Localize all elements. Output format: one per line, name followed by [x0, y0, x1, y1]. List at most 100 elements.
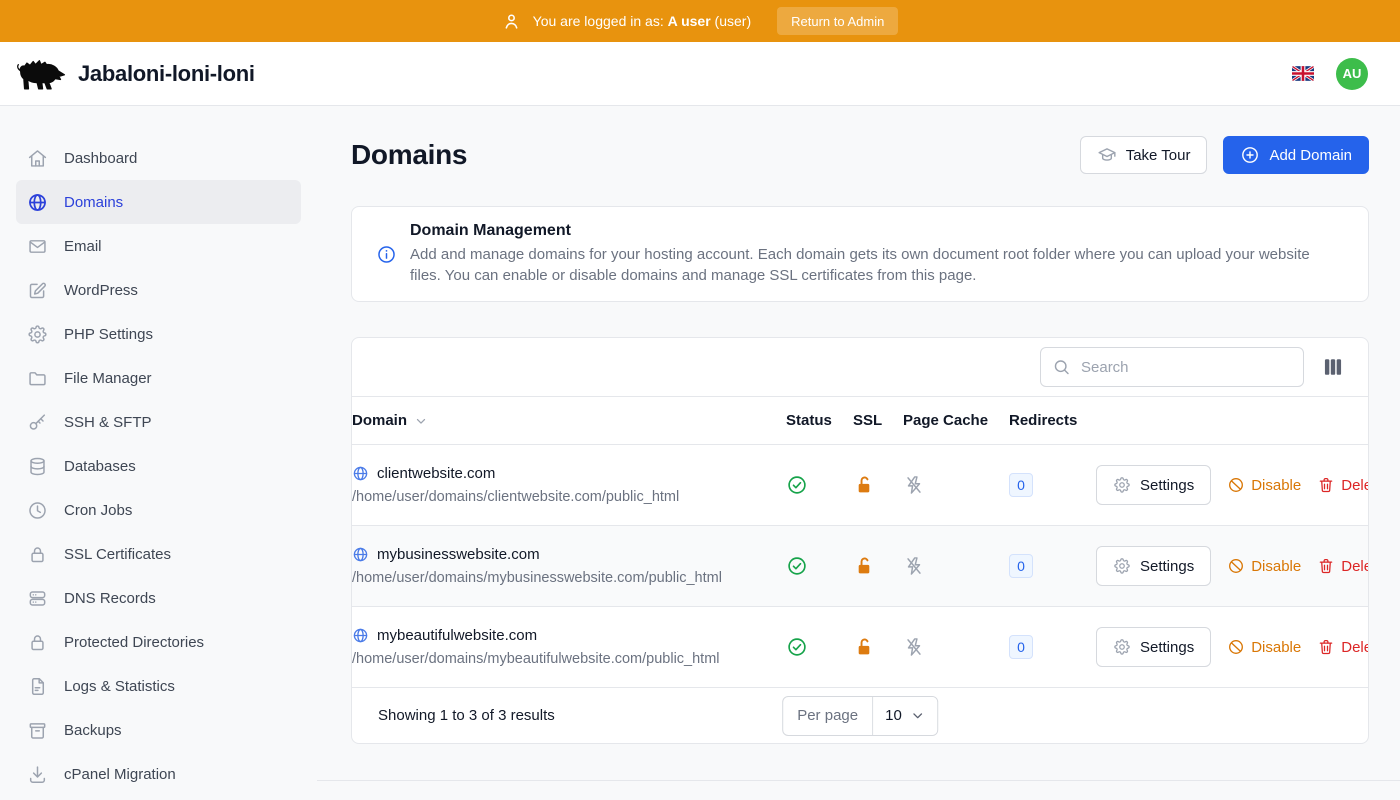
- redirects-count-badge[interactable]: 0: [1009, 554, 1033, 578]
- globe-icon: [26, 192, 48, 213]
- sidebar-item-wordpress[interactable]: WordPress: [16, 268, 301, 312]
- sidebar-item-dashboard[interactable]: Dashboard: [16, 136, 301, 180]
- sidebar-item-protected-directories[interactable]: Protected Directories: [16, 620, 301, 664]
- search-box: [1040, 347, 1304, 387]
- sidebar-item-label: Domains: [64, 194, 123, 211]
- sidebar-item-label: SSH & SFTP: [64, 414, 152, 431]
- person-icon: [502, 12, 521, 31]
- globe-icon: [352, 627, 369, 644]
- page-cache-disabled-icon[interactable]: [903, 636, 1009, 658]
- settings-button[interactable]: Settings: [1096, 546, 1211, 586]
- home-icon: [26, 148, 48, 169]
- plus-circle-icon: [1240, 145, 1260, 165]
- info-card-body: Add and manage domains for your hosting …: [410, 244, 1315, 286]
- per-page-control: Per page 10: [782, 696, 938, 736]
- columns-toggle-icon[interactable]: [1322, 356, 1344, 378]
- table-row: mybusinesswebsite.com /home/user/domains…: [352, 526, 1368, 607]
- domains-table-card: Domain Status SSL Page Cache Redirects c…: [351, 337, 1369, 744]
- disable-button[interactable]: Disable: [1227, 476, 1301, 494]
- sidebar-item-ssh-sftp[interactable]: SSH & SFTP: [16, 400, 301, 444]
- mail-icon: [26, 236, 48, 257]
- sidebar-item-php-settings[interactable]: PHP Settings: [16, 312, 301, 356]
- table-row: clientwebsite.com /home/user/domains/cli…: [352, 445, 1368, 526]
- add-domain-button[interactable]: Add Domain: [1223, 136, 1369, 174]
- sidebar-item-label: Dashboard: [64, 150, 137, 167]
- sidebar-item-cpanel-migration[interactable]: cPanel Migration: [16, 752, 301, 796]
- per-page-select[interactable]: 10: [873, 697, 937, 735]
- sidebar: Dashboard Domains Email WordPress PHP Se…: [0, 106, 317, 800]
- table-footer: Showing 1 to 3 of 3 results Per page 10: [352, 688, 1368, 743]
- sidebar-item-file-manager[interactable]: File Manager: [16, 356, 301, 400]
- delete-button[interactable]: Delete: [1317, 557, 1369, 575]
- ssl-unlocked-icon[interactable]: [853, 555, 903, 577]
- delete-button[interactable]: Delete: [1317, 638, 1369, 656]
- page-cache-disabled-icon[interactable]: [903, 555, 1009, 577]
- sidebar-item-domains[interactable]: Domains: [16, 180, 301, 224]
- brand[interactable]: Jabaloni-loni-loni: [16, 55, 255, 93]
- search-input[interactable]: [1040, 347, 1304, 387]
- uk-flag-icon[interactable]: [1292, 66, 1314, 81]
- domain-path: /home/user/domains/mybeautifulwebsite.co…: [352, 651, 786, 667]
- trash-icon: [1317, 638, 1335, 656]
- column-page-cache: Page Cache: [903, 397, 1009, 445]
- results-count: Showing 1 to 3 of 3 results: [378, 707, 555, 724]
- trash-icon: [1317, 476, 1335, 494]
- redirects-count-badge[interactable]: 0: [1009, 635, 1033, 659]
- sidebar-item-databases[interactable]: Databases: [16, 444, 301, 488]
- gear-icon: [1113, 557, 1131, 575]
- domain-name[interactable]: mybeautifulwebsite.com: [377, 627, 537, 644]
- sidebar-item-ssl-certificates[interactable]: SSL Certificates: [16, 532, 301, 576]
- domain-path: /home/user/domains/mybusinesswebsite.com…: [352, 570, 786, 586]
- boar-logo-icon: [16, 55, 66, 93]
- sidebar-item-logs-statistics[interactable]: Logs & Statistics: [16, 664, 301, 708]
- disable-button[interactable]: Disable: [1227, 557, 1301, 575]
- settings-button[interactable]: Settings: [1096, 465, 1211, 505]
- lock-icon: [26, 544, 48, 565]
- archive-icon: [26, 720, 48, 741]
- banner-user-name: A user: [668, 13, 711, 29]
- sidebar-item-label: cPanel Migration: [64, 766, 176, 783]
- ssl-unlocked-icon[interactable]: [853, 636, 903, 658]
- sidebar-item-email[interactable]: Email: [16, 224, 301, 268]
- take-tour-button[interactable]: Take Tour: [1080, 136, 1208, 174]
- page-cache-disabled-icon[interactable]: [903, 474, 1009, 496]
- edit-icon: [26, 280, 48, 301]
- key-icon: [26, 412, 48, 433]
- download-icon: [26, 764, 48, 785]
- sidebar-item-backups[interactable]: Backups: [16, 708, 301, 752]
- table-row: mybeautifulwebsite.com /home/user/domain…: [352, 607, 1368, 688]
- impersonation-banner: You are logged in as: A user (user) Retu…: [0, 0, 1400, 42]
- sidebar-item-label: Protected Directories: [64, 634, 204, 651]
- info-icon: [376, 244, 397, 265]
- folder-icon: [26, 368, 48, 389]
- sidebar-item-cron-jobs[interactable]: Cron Jobs: [16, 488, 301, 532]
- column-domain-sort[interactable]: Domain: [352, 412, 428, 429]
- status-enabled-icon: [786, 474, 853, 496]
- page-footer-divider: [317, 780, 1400, 781]
- info-card-title: Domain Management: [410, 222, 1315, 240]
- sidebar-item-label: File Manager: [64, 370, 152, 387]
- sidebar-item-label: WordPress: [64, 282, 138, 299]
- settings-button[interactable]: Settings: [1096, 627, 1211, 667]
- disable-button[interactable]: Disable: [1227, 638, 1301, 656]
- sidebar-item-label: Backups: [64, 722, 122, 739]
- ssl-unlocked-icon[interactable]: [853, 474, 903, 496]
- server-icon: [26, 588, 48, 609]
- no-symbol-icon: [1227, 638, 1245, 656]
- clock-icon: [26, 500, 48, 521]
- domain-name[interactable]: clientwebsite.com: [377, 465, 495, 482]
- trash-icon: [1317, 557, 1335, 575]
- domain-name[interactable]: mybusinesswebsite.com: [377, 546, 540, 563]
- sidebar-item-label: Databases: [64, 458, 136, 475]
- column-status: Status: [786, 397, 853, 445]
- globe-icon: [352, 465, 369, 482]
- info-card: Domain Management Add and manage domains…: [351, 206, 1369, 302]
- delete-button[interactable]: Delete: [1317, 476, 1369, 494]
- user-avatar[interactable]: AU: [1336, 58, 1368, 90]
- sidebar-item-dns-records[interactable]: DNS Records: [16, 576, 301, 620]
- gear-icon: [26, 324, 48, 345]
- redirects-count-badge[interactable]: 0: [1009, 473, 1033, 497]
- domains-table: Domain Status SSL Page Cache Redirects c…: [352, 396, 1368, 688]
- return-to-admin-button[interactable]: Return to Admin: [777, 7, 898, 35]
- no-symbol-icon: [1227, 557, 1245, 575]
